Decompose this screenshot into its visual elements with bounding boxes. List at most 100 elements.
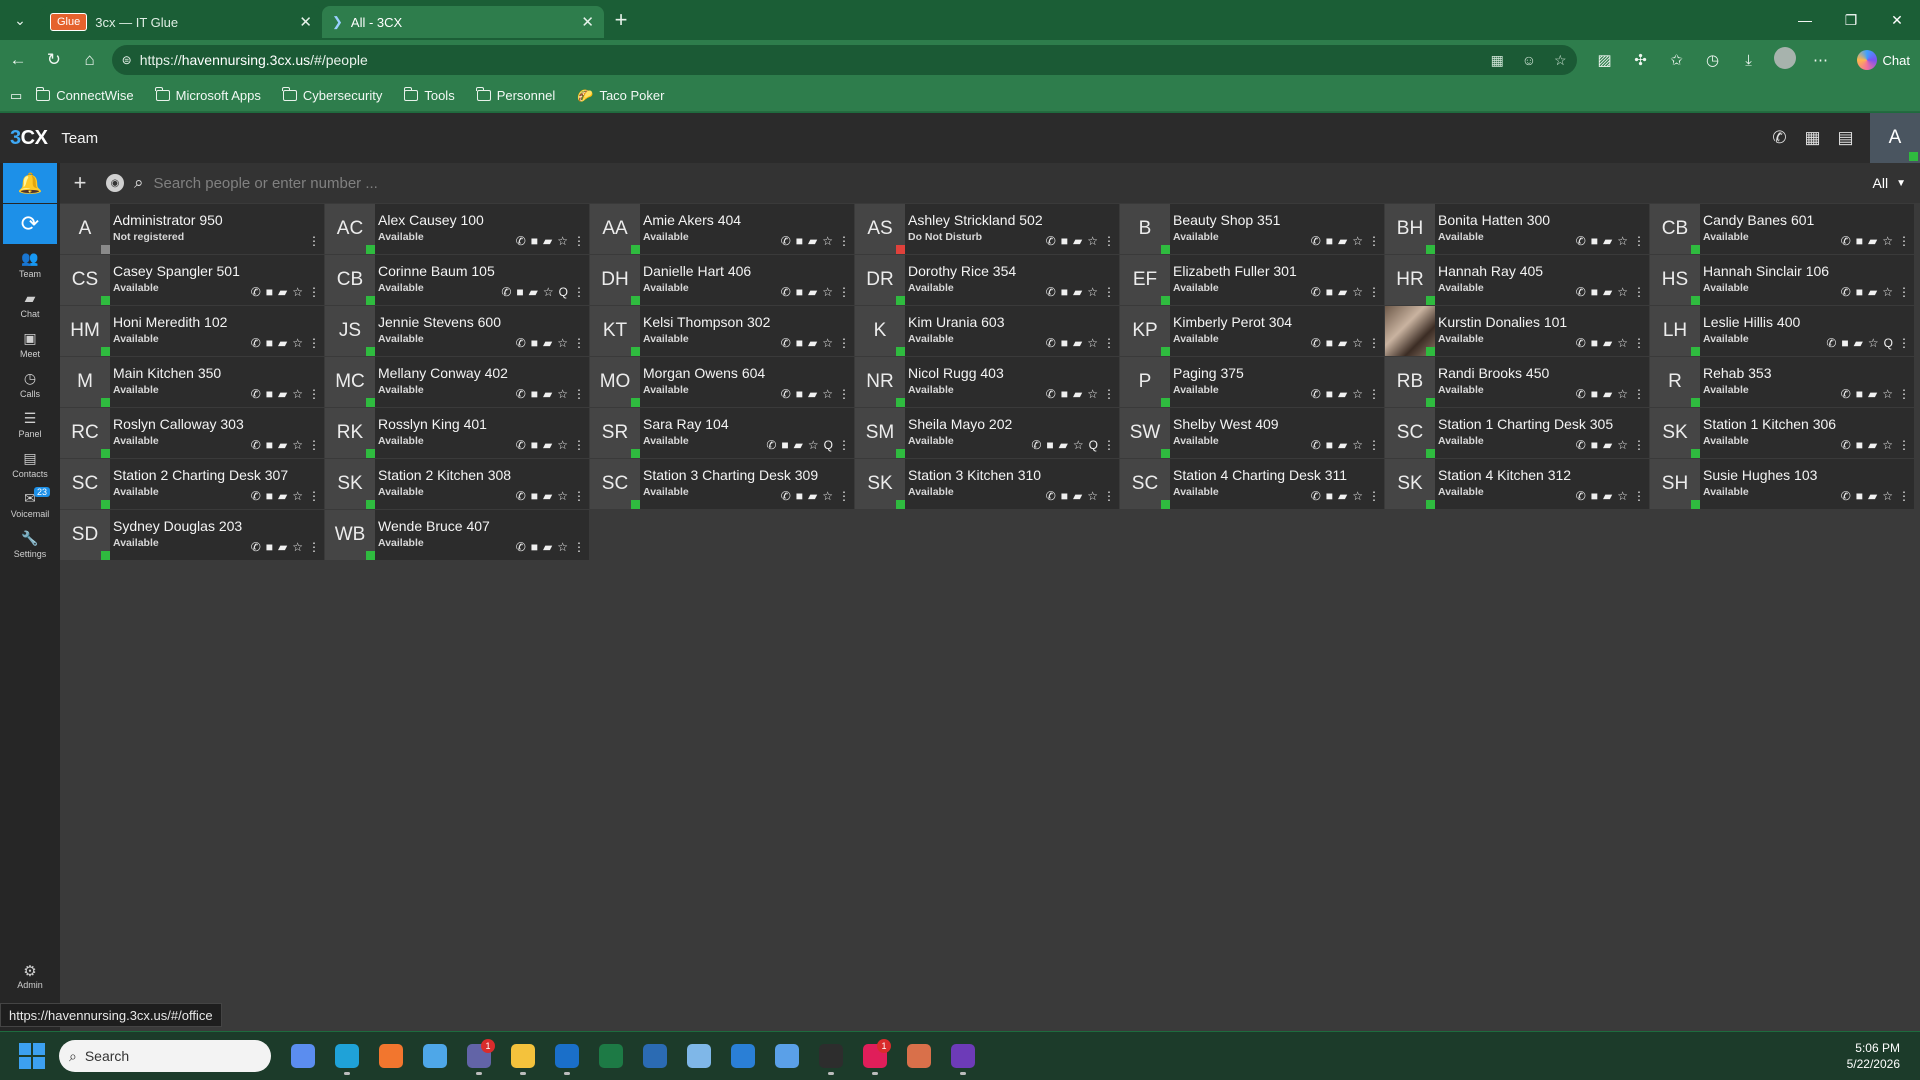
bookmark-personnel[interactable]: Personnel (476, 87, 555, 103)
video-call-icon[interactable]: ■ (1591, 285, 1598, 299)
more-options-icon[interactable]: ⋮ (1898, 489, 1910, 503)
person-card[interactable]: CB Corinne Baum 105 Available ✆ ■ ▰ ☆ Q ⋮ (325, 255, 589, 305)
call-icon[interactable]: ✆ (1576, 387, 1586, 401)
search-input[interactable] (153, 174, 1873, 192)
bookmark-cybersecurity[interactable]: Cybersecurity (282, 87, 382, 103)
person-card[interactable]: SW Shelby West 409 Available ✆ ■ ▰ ☆ ⋮ (1120, 408, 1384, 458)
person-initials-avatar[interactable]: LH (1650, 306, 1700, 356)
favorite-star-icon[interactable]: ☆ (557, 489, 568, 503)
chat-bubble-icon[interactable]: ▰ (1603, 336, 1612, 350)
chat-bubble-icon[interactable]: ▰ (1854, 336, 1863, 350)
video-call-icon[interactable]: ■ (1591, 438, 1598, 452)
chat-bubble-icon[interactable]: ▰ (278, 489, 287, 503)
favorite-star-icon[interactable]: ☆ (557, 234, 568, 248)
more-options-icon[interactable]: ⋮ (573, 540, 585, 554)
person-initials-avatar[interactable]: SM (855, 408, 905, 458)
video-call-icon[interactable]: ■ (796, 387, 803, 401)
chat-bubble-icon[interactable]: ▰ (1073, 234, 1082, 248)
chat-bubble-icon[interactable]: ▰ (1073, 285, 1082, 299)
bookmark-tools[interactable]: Tools (403, 87, 455, 103)
person-initials-avatar[interactable]: RC (60, 408, 110, 458)
person-initials-avatar[interactable]: HR (1385, 255, 1435, 305)
favorite-star-icon[interactable]: ☆ (1882, 234, 1893, 248)
favorite-star-icon[interactable]: ☆ (1882, 285, 1893, 299)
chat-bubble-icon[interactable]: ▰ (808, 489, 817, 503)
more-options-icon[interactable]: ⋮ (573, 336, 585, 350)
person-initials-avatar[interactable]: M (60, 357, 110, 407)
person-card[interactable]: AS Ashley Strickland 502 Do Not Disturb ✆ ■ ▰… (855, 204, 1119, 254)
person-card[interactable]: SR Sara Ray 104 Available ✆ ■ ▰ ☆ Q ⋮ (590, 408, 854, 458)
call-icon[interactable]: ✆ (1046, 489, 1056, 503)
teams-app[interactable]: 1 (457, 1036, 501, 1076)
notepad-app[interactable] (413, 1036, 457, 1076)
call-icon[interactable]: ✆ (781, 489, 791, 503)
person-initials-avatar[interactable]: AC (325, 204, 375, 254)
person-initials-avatar[interactable]: SK (1650, 408, 1700, 458)
video-call-icon[interactable]: ■ (266, 285, 273, 299)
more-options-icon[interactable]: ⋮ (838, 234, 850, 248)
chat-bubble-icon[interactable]: ▰ (1338, 438, 1347, 452)
favorite-star-icon[interactable]: ☆ (292, 540, 303, 554)
favorite-star-icon[interactable]: ☆ (1087, 234, 1098, 248)
person-card[interactable]: SC Station 4 Charting Desk 311 Available ✆ ■… (1120, 459, 1384, 509)
call-icon[interactable]: ✆ (1311, 285, 1321, 299)
video-call-icon[interactable]: ■ (531, 438, 538, 452)
queue-indicator[interactable]: Q (1089, 438, 1098, 452)
call-icon[interactable]: ✆ (1841, 285, 1851, 299)
chat-bubble-icon[interactable]: ▰ (278, 438, 287, 452)
person-card[interactable]: AA Amie Akers 404 Available ✆ ■ ▰ ☆ ⋮ (590, 204, 854, 254)
favorite-star-icon[interactable]: ☆ (292, 336, 303, 350)
group-filter-dropdown[interactable]: All ▼ (1873, 175, 1906, 191)
more-options-icon[interactable]: ⋮ (1633, 234, 1645, 248)
refresh-icon[interactable]: ↻ (36, 40, 72, 80)
person-initials-avatar[interactable]: CB (325, 255, 375, 305)
more-options-icon[interactable]: ⋮ (1103, 438, 1115, 452)
video-call-icon[interactable]: ■ (531, 336, 538, 350)
taskbar-search[interactable]: ⌕ Search (59, 1040, 271, 1072)
more-options-icon[interactable]: ⋮ (1368, 489, 1380, 503)
person-initials-avatar[interactable]: CS (60, 255, 110, 305)
tracking-icon[interactable]: ☺ (1522, 52, 1536, 68)
person-initials-avatar[interactable]: JS (325, 306, 375, 356)
person-card[interactable]: KP Kimberly Perot 304 Available ✆ ■ ▰ ☆ ⋮ (1120, 306, 1384, 356)
call-icon[interactable]: ✆ (1576, 438, 1586, 452)
chat-bubble-icon[interactable]: ▰ (1868, 285, 1877, 299)
chat-bubble-icon[interactable]: ▰ (529, 285, 538, 299)
more-options-icon[interactable]: ⋮ (1898, 438, 1910, 452)
video-call-icon[interactable]: ■ (1856, 438, 1863, 452)
sidebar-item-meet[interactable]: ▣ Meet (0, 324, 60, 364)
video-call-icon[interactable]: ■ (531, 540, 538, 554)
more-options-icon[interactable]: ⋮ (1368, 234, 1380, 248)
chat-bubble-icon[interactable]: ▰ (278, 540, 287, 554)
chat-bubble-icon[interactable]: ▰ (543, 540, 552, 554)
favorite-star-icon[interactable]: ☆ (822, 336, 833, 350)
chat-bubble-icon[interactable]: ▰ (278, 285, 287, 299)
chat-bubble-icon[interactable]: ▰ (1603, 285, 1612, 299)
edge-app[interactable] (325, 1036, 369, 1076)
more-options-icon[interactable]: ⋮ (308, 438, 320, 452)
chat-bubble-icon[interactable]: ▰ (794, 438, 803, 452)
terminal-app[interactable] (809, 1036, 853, 1076)
favorite-star-icon[interactable]: ☆ (292, 438, 303, 452)
favorite-star-icon[interactable]: ☆ (1882, 387, 1893, 401)
more-options-icon[interactable]: ⋮ (573, 285, 585, 299)
more-options-icon[interactable]: ⋮ (573, 387, 585, 401)
screenconnect-app[interactable] (941, 1036, 985, 1076)
chat-bubble-icon[interactable]: ▰ (808, 387, 817, 401)
person-initials-avatar[interactable]: R (1650, 357, 1700, 407)
more-options-icon[interactable]: ⋮ (308, 234, 320, 248)
video-call-icon[interactable]: ■ (1061, 234, 1068, 248)
person-initials-avatar[interactable]: SK (1385, 459, 1435, 509)
favorite-star-icon[interactable]: ☆ (808, 438, 819, 452)
video-call-icon[interactable]: ■ (1856, 489, 1863, 503)
call-icon[interactable]: ✆ (1046, 285, 1056, 299)
call-icon[interactable]: ✆ (1826, 336, 1836, 350)
call-icon[interactable]: ✆ (516, 438, 526, 452)
call-icon[interactable]: ✆ (501, 285, 511, 299)
chat-bubble-icon[interactable]: ▰ (1338, 387, 1347, 401)
more-options-icon[interactable]: ⋮ (1368, 336, 1380, 350)
favorite-star-icon[interactable]: ☆ (1087, 336, 1098, 350)
more-options-icon[interactable]: ⋮ (1633, 285, 1645, 299)
favorite-star-icon[interactable]: ☆ (1868, 336, 1879, 350)
call-icon[interactable]: ✆ (516, 336, 526, 350)
